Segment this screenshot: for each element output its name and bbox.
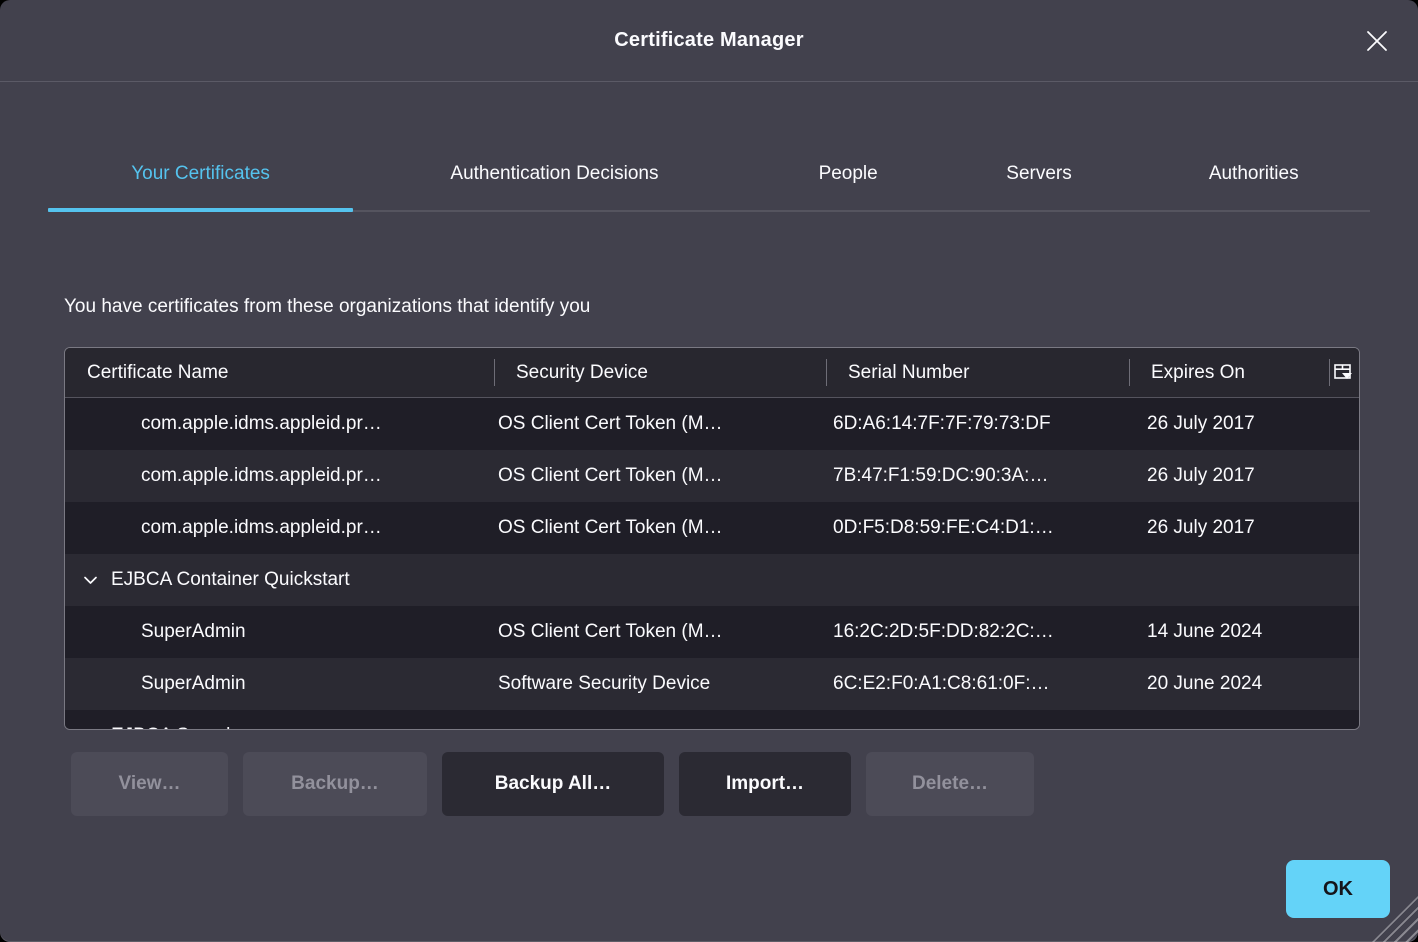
group-label: EJBCA Sample xyxy=(111,725,241,730)
column-header-serial-number[interactable]: Serial Number xyxy=(826,348,1129,397)
table-row[interactable]: com.apple.idms.appleid.pr…OS Client Cert… xyxy=(65,450,1359,502)
expand-chevron-icon[interactable] xyxy=(83,576,98,585)
group-row[interactable]: EJBCA Container Quickstart xyxy=(65,554,1359,606)
certificates-table: Certificate Name Security Device Serial … xyxy=(64,347,1360,730)
backup-button[interactable]: Backup… xyxy=(243,752,427,816)
expires-on-cell: 26 July 2017 xyxy=(1129,465,1329,487)
serial-number-cell: 16:2C:2D:5F:DD:82:2C:… xyxy=(826,621,1129,643)
expires-on-cell: 26 July 2017 xyxy=(1129,517,1329,539)
titlebar: Certificate Manager xyxy=(0,0,1418,82)
import-button[interactable]: Import… xyxy=(679,752,851,816)
security-device-cell: Software Security Device xyxy=(494,673,826,695)
security-device-cell: OS Client Cert Token (M… xyxy=(494,621,826,643)
group-label-cell: EJBCA Container Quickstart xyxy=(65,569,1359,591)
column-picker-button[interactable] xyxy=(1329,348,1359,397)
expires-on-cell: 20 June 2024 xyxy=(1129,673,1329,695)
table-row[interactable]: SuperAdminSoftware Security Device6C:E2:… xyxy=(65,658,1359,710)
description-text: You have certificates from these organiz… xyxy=(64,296,1354,318)
dialog-title: Certificate Manager xyxy=(614,29,803,52)
tab-your-certificates[interactable]: Your Certificates xyxy=(48,138,353,210)
certificate-manager-dialog: Certificate Manager Your Certificates Au… xyxy=(0,0,1418,942)
view-button[interactable]: View… xyxy=(71,752,228,816)
group-label: EJBCA Container Quickstart xyxy=(111,569,350,591)
column-header-certificate-name[interactable]: Certificate Name xyxy=(65,348,494,397)
column-picker-icon xyxy=(1334,364,1354,381)
cert-name-cell: SuperAdmin xyxy=(65,673,494,695)
tab-people[interactable]: People xyxy=(756,138,941,210)
delete-button[interactable]: Delete… xyxy=(866,752,1034,816)
cert-name-cell: SuperAdmin xyxy=(65,621,494,643)
ok-button[interactable]: OK xyxy=(1286,860,1390,918)
table-header-row: Certificate Name Security Device Serial … xyxy=(65,348,1359,398)
table-row[interactable]: SuperAdminOS Client Cert Token (M…16:2C:… xyxy=(65,606,1359,658)
expires-on-cell: 26 July 2017 xyxy=(1129,413,1329,435)
cert-name-cell: com.apple.idms.appleid.pr… xyxy=(65,517,494,539)
serial-number-cell: 6C:E2:F0:A1:C8:61:0F:… xyxy=(826,673,1129,695)
tab-servers[interactable]: Servers xyxy=(941,138,1138,210)
cert-name-cell: com.apple.idms.appleid.pr… xyxy=(65,413,494,435)
table-body: com.apple.idms.appleid.pr…OS Client Cert… xyxy=(65,398,1359,730)
table-row[interactable]: com.apple.idms.appleid.pr…OS Client Cert… xyxy=(65,502,1359,554)
serial-number-cell: 6D:A6:14:7F:7F:79:73:DF xyxy=(826,413,1129,435)
serial-number-cell: 0D:F5:D8:59:FE:C4:D1:… xyxy=(826,517,1129,539)
expires-on-cell: 14 June 2024 xyxy=(1129,621,1329,643)
tab-authorities[interactable]: Authorities xyxy=(1137,138,1370,210)
tab-strip: Your Certificates Authentication Decisio… xyxy=(48,138,1370,212)
column-header-security-device[interactable]: Security Device xyxy=(494,348,826,397)
action-button-row: View…Backup…Backup All…Import…Delete… xyxy=(71,752,1418,816)
close-icon xyxy=(1364,28,1390,54)
tab-authentication-decisions[interactable]: Authentication Decisions xyxy=(353,138,756,210)
table-row[interactable]: com.apple.idms.appleid.pr…OS Client Cert… xyxy=(65,398,1359,450)
serial-number-cell: 7B:47:F1:59:DC:90:3A:… xyxy=(826,465,1129,487)
security-device-cell: OS Client Cert Token (M… xyxy=(494,465,826,487)
group-row[interactable]: EJBCA Sample xyxy=(65,710,1359,730)
group-label-cell: EJBCA Sample xyxy=(65,725,1359,730)
security-device-cell: OS Client Cert Token (M… xyxy=(494,413,826,435)
backup-all-button[interactable]: Backup All… xyxy=(442,752,664,816)
close-button[interactable] xyxy=(1360,24,1394,58)
security-device-cell: OS Client Cert Token (M… xyxy=(494,517,826,539)
cert-name-cell: com.apple.idms.appleid.pr… xyxy=(65,465,494,487)
column-header-expires-on[interactable]: Expires On xyxy=(1129,348,1329,397)
